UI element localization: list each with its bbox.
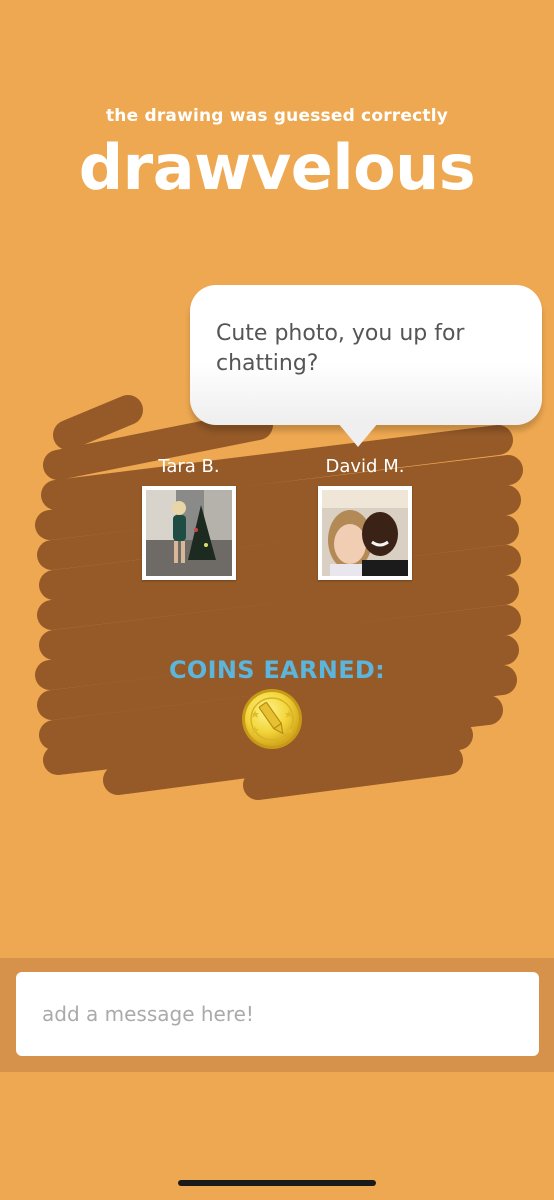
chat-bubble-message: Cute photo, you up for chatting? — [216, 321, 465, 376]
player-david[interactable]: David M. — [305, 456, 425, 580]
result-subtitle: the drawing was guessed correctly — [105, 106, 449, 126]
avatar-photo-icon — [146, 490, 232, 576]
chat-bubble: Cute photo, you up for chatting? — [190, 285, 542, 447]
player-avatar[interactable] — [142, 486, 236, 580]
coins-earned-label: COINS EARNED: — [168, 656, 386, 684]
message-input[interactable] — [16, 972, 539, 1056]
player-name: David M. — [325, 456, 405, 477]
home-indicator[interactable] — [178, 1180, 376, 1186]
message-composer — [0, 958, 554, 1072]
player-tara[interactable]: Tara B. — [129, 456, 249, 580]
pencil-coin-icon — [242, 689, 302, 749]
player-avatar[interactable] — [318, 486, 412, 580]
chat-bubble-tail — [338, 423, 378, 447]
result-headline: drawvelous — [78, 131, 476, 204]
player-name: Tara B. — [158, 456, 220, 477]
avatar-photo-icon — [322, 490, 408, 576]
